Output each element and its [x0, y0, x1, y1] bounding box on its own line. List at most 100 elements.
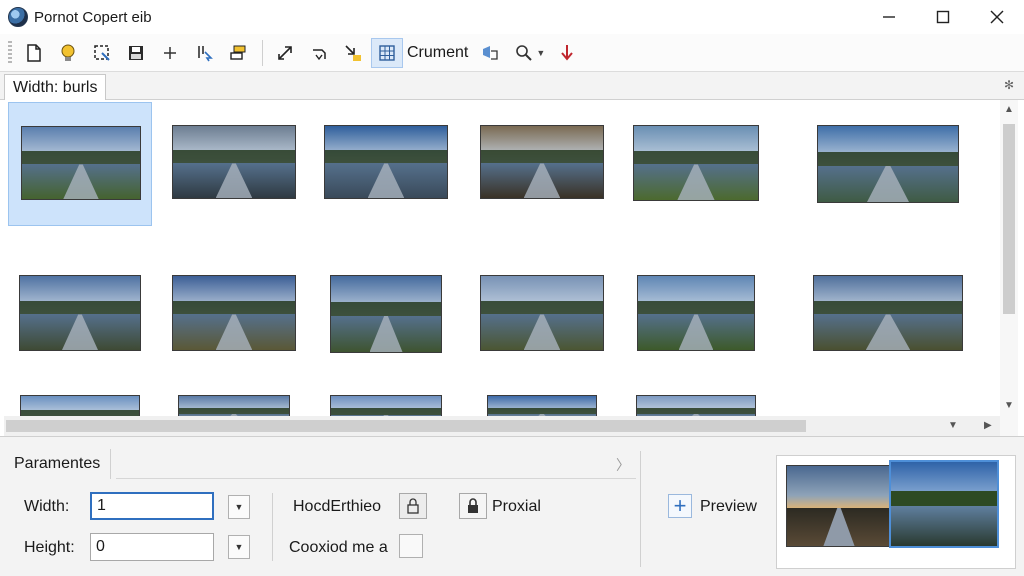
resize-button[interactable]: [269, 38, 301, 68]
new-file-button[interactable]: [18, 38, 50, 68]
window-controls: [862, 0, 1024, 34]
thumbnail-image: [20, 276, 140, 350]
panel-tab-divider: [116, 478, 636, 479]
close-icon: [990, 10, 1004, 24]
thumbnail-item[interactable]: [814, 252, 962, 376]
zoom-icon: [516, 44, 533, 61]
zoom-dropdown-icon[interactable]: ▼: [536, 48, 545, 58]
add-icon: [164, 46, 176, 59]
thumbnail-image: [638, 276, 754, 350]
crop-icon: [94, 44, 110, 61]
lock-closed-icon: [468, 498, 478, 513]
save-icon: [129, 45, 143, 60]
height-label: Height:: [24, 539, 75, 556]
height-input[interactable]: [90, 533, 214, 561]
preview-label[interactable]: Preview: [700, 498, 757, 516]
toolbar: Crument ▼: [0, 34, 1024, 72]
toolbar-grip[interactable]: [8, 40, 12, 65]
thumbnail-image: [173, 276, 295, 350]
thumbnail-image: [173, 126, 295, 198]
scroll-down-small-icon[interactable]: ▼: [948, 420, 958, 431]
thumbnail-item[interactable]: [162, 102, 306, 226]
lock-open-icon: [407, 498, 419, 514]
thumbnail-image: [22, 127, 140, 199]
app-window: Pornot Copert eib Crument ▼ Width: burls…: [0, 0, 1024, 576]
vertical-scroll-thumb[interactable]: [1003, 124, 1015, 314]
lock-aspect-button[interactable]: [399, 493, 427, 519]
thumbnail-item[interactable]: [314, 102, 458, 226]
preview-thumbnail-pane[interactable]: [776, 455, 1016, 569]
proxial-lock-button[interactable]: [459, 493, 487, 519]
document-label[interactable]: Crument: [407, 44, 468, 62]
chevron-right-icon[interactable]: 〉: [616, 455, 630, 475]
thumbnail-image: [818, 126, 958, 202]
share-button[interactable]: [474, 38, 506, 68]
add-button[interactable]: [154, 38, 186, 68]
thumbnail-item[interactable]: [8, 102, 152, 226]
width-label: Width:: [24, 498, 70, 515]
panel-separator: [272, 493, 273, 561]
pin-tab-icon[interactable]: ✻: [1004, 78, 1014, 92]
horizontal-scroll-thumb[interactable]: [6, 420, 806, 432]
thumbnail-image: [481, 126, 603, 198]
thumbnail-item[interactable]: [470, 252, 614, 376]
thumbnail-grid: [4, 100, 1000, 436]
minimize-button[interactable]: [862, 0, 916, 34]
new-file-icon: [27, 43, 41, 62]
save-button[interactable]: [120, 38, 152, 68]
share-icon: [483, 45, 499, 60]
rotate-icon: [313, 48, 326, 60]
toolbar-separator: [262, 39, 263, 66]
width-dropdown-button[interactable]: ▼: [228, 495, 250, 519]
import-icon: [345, 44, 361, 61]
thumbnail-item[interactable]: [8, 252, 152, 376]
close-button[interactable]: [970, 0, 1024, 34]
height-dropdown-button[interactable]: ▼: [228, 535, 250, 559]
thumbnail-item[interactable]: [624, 102, 768, 226]
option2-label[interactable]: Proxial: [492, 498, 541, 516]
title-bar: Pornot Copert eib: [0, 0, 1024, 34]
scroll-up-icon[interactable]: ▲: [1004, 104, 1014, 115]
thumbnail-item[interactable]: [314, 252, 458, 376]
option3-checkbox[interactable]: [399, 534, 423, 558]
app-globe-icon: [8, 7, 28, 27]
plus-icon: +: [673, 493, 687, 518]
pin-button[interactable]: [551, 38, 583, 68]
crop-button[interactable]: [86, 38, 118, 68]
thumbnail-item[interactable]: [162, 252, 306, 376]
maximize-icon: [936, 10, 950, 24]
thumbnail-item[interactable]: [816, 102, 960, 226]
thumbnail-image: [481, 276, 603, 350]
vertical-scrollbar[interactable]: ▲ ▼: [1000, 100, 1018, 436]
option3-label: Cooxiod me a: [289, 539, 388, 556]
chevron-down-icon: ▼: [234, 542, 244, 552]
import-button[interactable]: [337, 38, 369, 68]
rotate-button[interactable]: [303, 38, 335, 68]
select-tool-button[interactable]: [188, 38, 220, 68]
scroll-down-icon[interactable]: ▼: [1004, 400, 1014, 411]
parameters-panel: Paramentes 〉 Width: ▼ Height: ▼ HocdErth…: [0, 436, 1024, 576]
thumbnail-image: [325, 126, 447, 198]
layers-icon: [230, 45, 246, 60]
scroll-right-icon[interactable]: ▶: [984, 420, 992, 431]
horizontal-scrollbar[interactable]: ▼ ▶: [4, 416, 1000, 436]
tab-strip: Width: burls ✻: [0, 72, 1024, 101]
lightbulb-icon: [61, 44, 75, 61]
thumbnail-item[interactable]: [624, 252, 768, 376]
preview-add-button[interactable]: +: [668, 494, 692, 518]
thumbnail-image: [331, 276, 441, 352]
width-input[interactable]: [90, 492, 214, 520]
lightbulb-button[interactable]: [52, 38, 84, 68]
grid-view-button[interactable]: [371, 37, 403, 68]
thumbnail-image: [634, 126, 758, 200]
maximize-button[interactable]: [916, 0, 970, 34]
option1-label: HocdErthieo: [293, 498, 382, 515]
resize-icon: [278, 45, 292, 60]
preview-image-before: [787, 466, 891, 546]
layers-button[interactable]: [222, 38, 254, 68]
tab-width[interactable]: Width: burls: [4, 74, 107, 101]
thumbnail-item[interactable]: [470, 102, 614, 226]
pin-icon: [561, 44, 574, 61]
tab-parameters[interactable]: Paramentes: [4, 449, 112, 479]
window-title: Pornot Copert eib: [34, 8, 152, 26]
